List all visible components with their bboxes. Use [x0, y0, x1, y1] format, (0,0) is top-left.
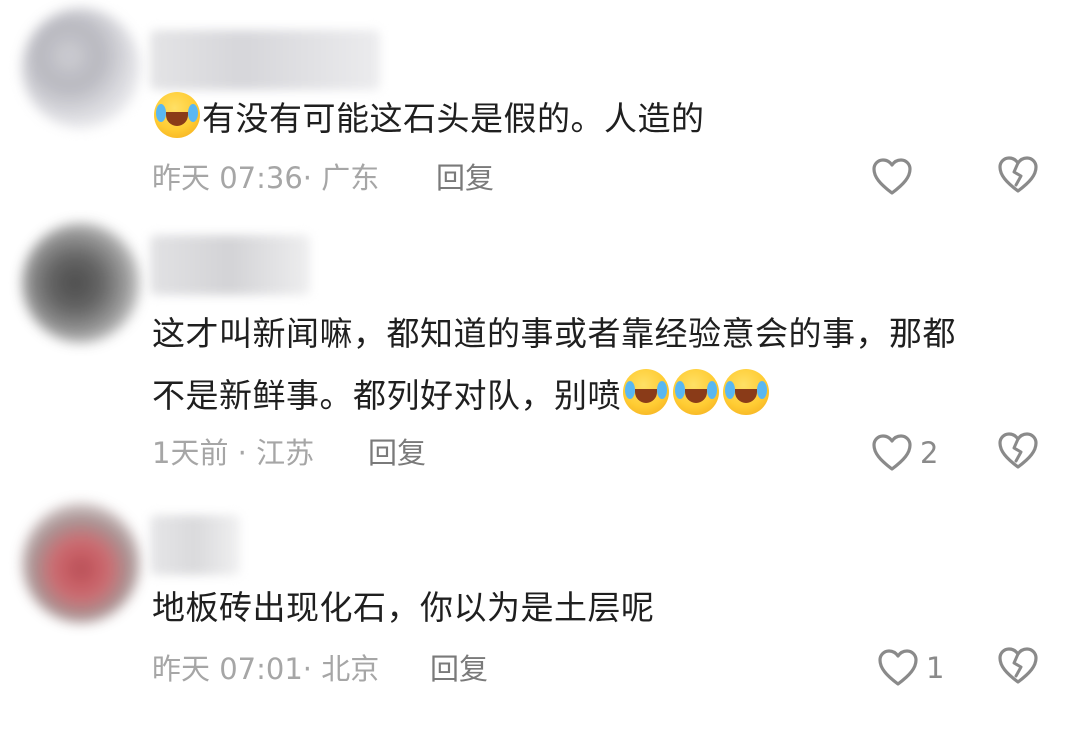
comment-text: 有没有可能这石头是假的。人造的: [152, 88, 1052, 150]
dislike-button[interactable]: [996, 646, 1040, 690]
username-blurred[interactable]: [150, 235, 310, 295]
comment-item: 有没有可能这石头是假的。人造的 昨天 07:36· 广东 回复: [0, 0, 1080, 200]
heart-outline-icon: [872, 158, 912, 195]
face-with-tears-of-joy-icon: [673, 369, 719, 415]
comment-meta: 1天前 · 江苏: [152, 436, 315, 470]
comment-body-line-2: 不是新鲜事。都列好对队，别喷: [152, 365, 1052, 427]
heart-outline-icon: [878, 649, 918, 686]
username-blurred[interactable]: [150, 515, 240, 575]
comment-item: 这才叫新闻嘛，都知道的事或者靠经验意会的事，那都 不是新鲜事。都列好对队，别喷 …: [0, 215, 1080, 485]
avatar[interactable]: [22, 8, 140, 128]
avatar[interactable]: [22, 223, 140, 343]
comment-body-line-1: 这才叫新闻嘛，都知道的事或者靠经验意会的事，那都: [152, 314, 956, 353]
like-button[interactable]: 1: [876, 646, 944, 690]
heart-outline-icon: [872, 434, 912, 471]
comment-text: 这才叫新闻嘛，都知道的事或者靠经验意会的事，那都 不是新鲜事。都列好对队，别喷: [152, 303, 1052, 427]
broken-heart-icon: [998, 156, 1038, 193]
avatar[interactable]: [22, 503, 140, 623]
like-count: 1: [926, 651, 945, 685]
like-button[interactable]: 2: [870, 431, 938, 475]
reply-button[interactable]: 回复: [436, 158, 494, 198]
broken-heart-icon: [998, 432, 1038, 469]
comment-text: 地板砖出现化石，你以为是土层呢: [152, 588, 655, 627]
comment-body: 有没有可能这石头是假的。人造的: [202, 99, 705, 138]
comment-meta: 昨天 07:36· 广东: [152, 161, 380, 195]
like-count: 2: [920, 436, 939, 470]
dislike-button[interactable]: [996, 431, 1040, 475]
face-with-tears-of-joy-icon: [623, 369, 669, 415]
like-button[interactable]: [870, 155, 920, 199]
reply-button[interactable]: 回复: [368, 433, 426, 473]
dislike-button[interactable]: [996, 155, 1040, 199]
username-blurred[interactable]: [150, 30, 380, 90]
comment-item: 地板砖出现化石，你以为是土层呢 昨天 07:01· 北京 回复 1: [0, 495, 1080, 730]
face-with-tears-of-joy-icon: [154, 92, 200, 138]
comment-meta: 昨天 07:01· 北京: [152, 652, 380, 686]
reply-button[interactable]: 回复: [430, 649, 488, 689]
broken-heart-icon: [998, 647, 1038, 684]
face-with-tears-of-joy-icon: [723, 369, 769, 415]
comment-body-line-2-text: 不是新鲜事。都列好对队，别喷: [152, 376, 621, 415]
